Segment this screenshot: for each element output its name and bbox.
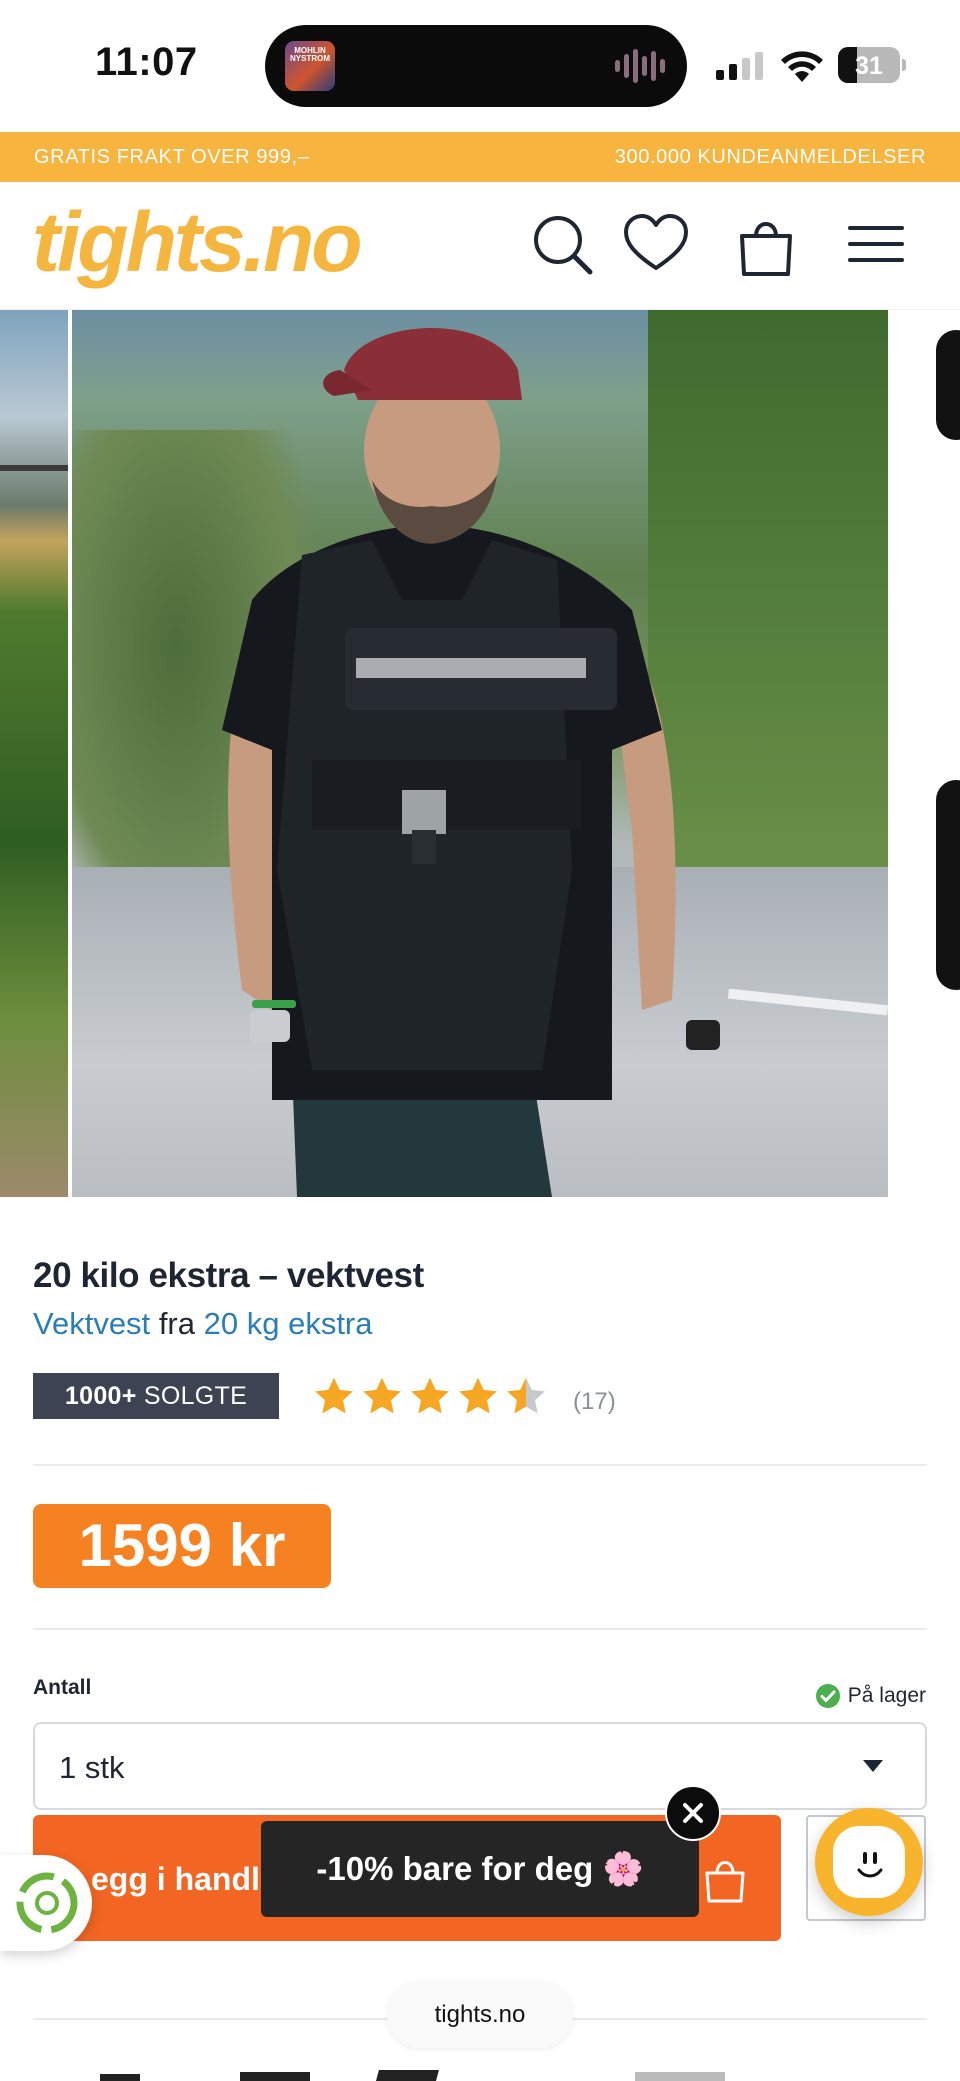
discount-popup[interactable]: -10% bare for deg 🌸 <box>261 1821 699 1917</box>
stock-status-text: På lager <box>847 1684 926 1707</box>
chat-face-icon <box>833 1826 905 1898</box>
quantity-value: 1 stk <box>59 1750 125 1785</box>
product-subline: Vektvest fra 20 kg ekstra <box>33 1306 373 1342</box>
divider <box>33 1464 927 1466</box>
sold-count-badge: 1000+ SOLGTE <box>33 1373 279 1419</box>
status-time: 11:07 <box>95 40 198 84</box>
product-title: 20 kilo ekstra – vektvest <box>33 1256 424 1295</box>
quantity-select[interactable]: 1 stk <box>33 1722 927 1810</box>
gallery-next-image[interactable] <box>924 310 960 1197</box>
star-icon <box>363 1377 401 1414</box>
free-shipping-text: GRATIS FRAKT OVER 999,– <box>34 146 310 168</box>
search-icon[interactable] <box>528 210 596 278</box>
promo-banner: GRATIS FRAKT OVER 999,– 300.000 KUNDEANM… <box>0 132 960 182</box>
menu-icon[interactable] <box>842 210 910 278</box>
wifi-icon <box>781 51 823 82</box>
browser-domain-pill[interactable]: tights.no <box>387 1982 573 2048</box>
signal-icon <box>716 52 763 80</box>
reviews-count-text: 300.000 KUNDEANMELDELSER <box>614 146 926 168</box>
stock-status: På lager <box>815 1684 926 1708</box>
brand-link[interactable]: 20 kg ekstra <box>204 1306 373 1341</box>
close-icon <box>683 1803 703 1823</box>
star-half-icon <box>507 1377 545 1414</box>
close-popup-button[interactable] <box>665 1785 721 1841</box>
heart-icon[interactable] <box>622 210 690 278</box>
category-link[interactable]: Vektvest <box>33 1306 150 1341</box>
recycle-icon <box>16 1872 78 1934</box>
quantity-label: Antall <box>33 1676 92 1699</box>
bag-icon <box>705 1861 745 1903</box>
chat-button[interactable] <box>815 1808 923 1916</box>
review-count[interactable]: (17) <box>573 1388 616 1416</box>
check-icon <box>815 1684 840 1708</box>
status-bar: 11:07 MOHLIN NYSTROM 31 <box>0 0 960 130</box>
site-logo[interactable]: tights.no <box>32 194 363 291</box>
product-main-image[interactable] <box>72 310 888 1197</box>
sold-word: SOLGTE <box>143 1382 248 1410</box>
now-playing-artwork: MOHLIN NYSTROM <box>285 41 335 91</box>
price-tag: 1599 kr <box>33 1504 331 1588</box>
star-icon <box>315 1377 353 1414</box>
person-wearing-weight-vest <box>222 327 720 1197</box>
battery-level: 31 <box>855 52 883 80</box>
divider <box>33 1628 927 1630</box>
star-icon <box>411 1377 449 1414</box>
payment-logos <box>100 2070 725 2081</box>
site-header: tights.no <box>0 182 960 310</box>
from-word: fra <box>158 1306 195 1341</box>
rating-stars[interactable] <box>312 1375 548 1419</box>
audio-wave-icon <box>615 49 665 83</box>
gallery-previous-image[interactable] <box>0 310 68 1197</box>
battery-icon: 31 <box>838 47 906 83</box>
chevron-down-icon <box>863 1760 883 1772</box>
product-gallery[interactable] <box>0 310 960 1197</box>
sold-count: 1000+ <box>64 1382 137 1410</box>
add-to-cart-label: egg i handle <box>91 1861 278 1897</box>
star-icon <box>459 1377 497 1414</box>
bag-icon[interactable] <box>732 210 800 278</box>
recycle-widget[interactable] <box>0 1855 92 1951</box>
dynamic-island[interactable]: MOHLIN NYSTROM <box>265 25 687 107</box>
